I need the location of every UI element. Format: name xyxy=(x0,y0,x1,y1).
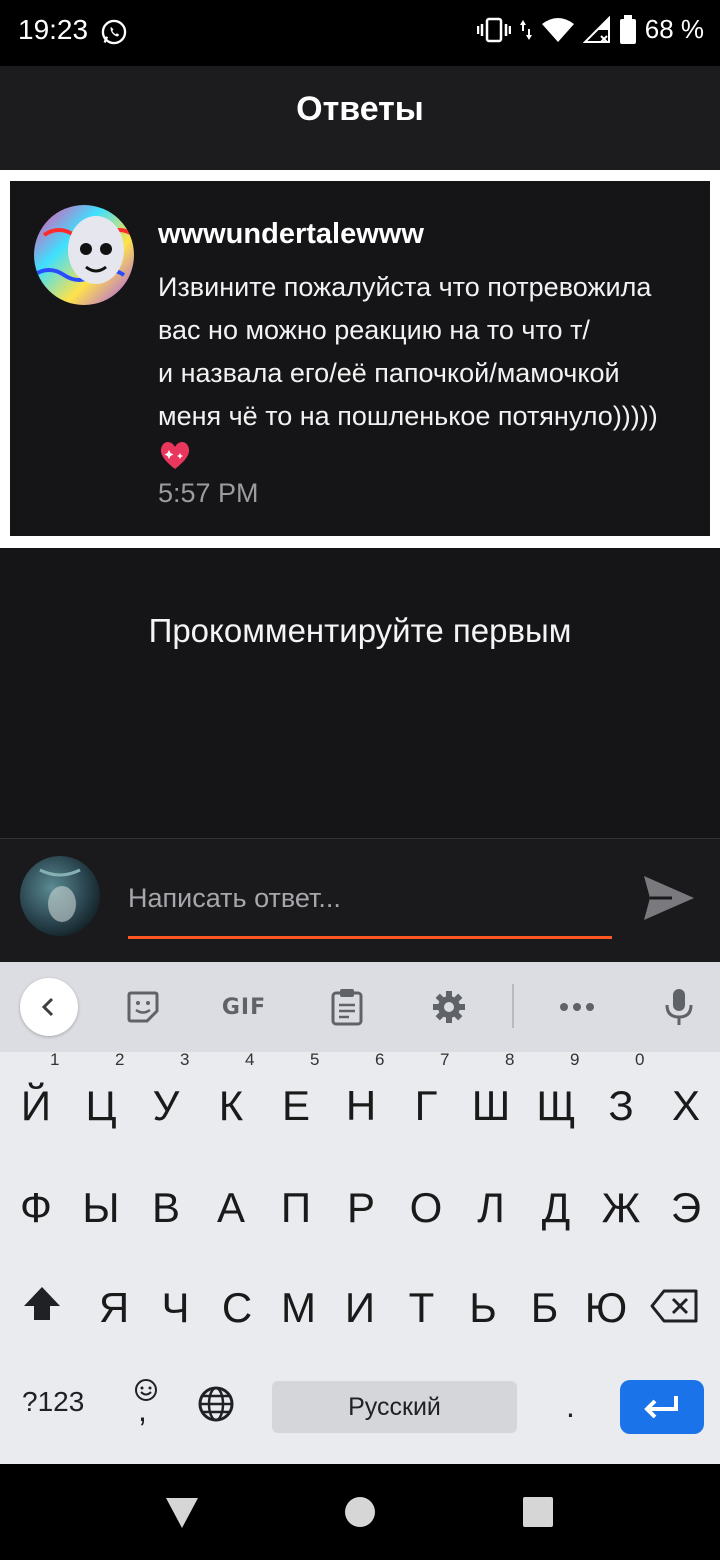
signal-icon xyxy=(582,15,610,43)
key-number-hint: 8 xyxy=(505,1050,515,1069)
key-11[interactable]: Х xyxy=(654,1066,718,1146)
key-number-hint: 0 xyxy=(635,1050,645,1069)
clipboard-icon[interactable] xyxy=(322,982,372,1032)
key-2[interactable]: Ч xyxy=(144,1268,208,1348)
key-6[interactable]: Р xyxy=(329,1168,393,1248)
status-icons: 68 % xyxy=(476,14,704,45)
more-dots-icon[interactable] xyxy=(552,982,602,1032)
wifi-icon xyxy=(541,17,574,42)
key-number-hint: 2 xyxy=(115,1050,125,1069)
key-4[interactable]: А xyxy=(199,1168,263,1248)
key-8[interactable]: Л xyxy=(459,1168,523,1248)
key-3[interactable]: С xyxy=(205,1268,269,1348)
key-1[interactable]: Й xyxy=(4,1066,68,1146)
key-number-hint: 6 xyxy=(375,1050,385,1069)
sparkling-heart-icon xyxy=(160,441,190,469)
key-2[interactable]: Ц xyxy=(69,1066,133,1146)
key-9[interactable]: Д xyxy=(524,1168,588,1248)
key-11[interactable]: Э xyxy=(654,1168,718,1248)
key-10[interactable]: Ж xyxy=(589,1168,653,1248)
key-1[interactable]: Ф xyxy=(4,1168,68,1248)
post-time: 5:57 PM xyxy=(158,478,259,508)
key-5[interactable]: Е xyxy=(264,1066,328,1146)
shift-icon[interactable] xyxy=(20,1284,64,1324)
key-number-hint: 4 xyxy=(245,1050,255,1069)
comments-area xyxy=(0,548,720,838)
key-7[interactable]: О xyxy=(394,1168,458,1248)
my-avatar[interactable] xyxy=(20,856,100,936)
key-6[interactable]: Н xyxy=(329,1066,393,1146)
backspace-icon[interactable] xyxy=(650,1288,700,1324)
toolbar-divider xyxy=(512,984,514,1028)
reply-input-underline xyxy=(128,936,612,939)
gif-button[interactable]: GIF xyxy=(214,982,274,1032)
settings-gear-icon[interactable] xyxy=(424,982,474,1032)
key-3[interactable]: В xyxy=(134,1168,198,1248)
key-number-hint: 1 xyxy=(50,1050,60,1069)
key-3[interactable]: У xyxy=(134,1066,198,1146)
symbols-key[interactable]: ?123 xyxy=(22,1386,84,1418)
gif-label: GIF xyxy=(221,994,267,1020)
key-7[interactable]: Г xyxy=(394,1066,458,1146)
period-key[interactable]: . xyxy=(566,1388,575,1425)
globe-icon[interactable] xyxy=(196,1384,236,1424)
user-avatar[interactable] xyxy=(34,205,134,305)
reply-input[interactable] xyxy=(128,870,612,926)
enter-key[interactable] xyxy=(620,1380,704,1434)
home-circle-icon[interactable] xyxy=(344,1496,376,1528)
enter-arrow-icon xyxy=(644,1396,678,1419)
battery-icon xyxy=(619,14,636,44)
chevron-left-icon xyxy=(41,997,54,1017)
space-key[interactable]: Русский xyxy=(272,1381,517,1433)
key-5[interactable]: П xyxy=(264,1168,328,1248)
key-6[interactable]: Т xyxy=(390,1268,454,1348)
key-5[interactable]: И xyxy=(328,1268,392,1348)
key-number-hint: 7 xyxy=(440,1050,450,1069)
send-icon[interactable] xyxy=(638,868,698,928)
key-number-hint: 5 xyxy=(310,1050,320,1069)
keyboard-back-button[interactable] xyxy=(20,978,78,1036)
post-message: Извините пожалуйста что потревожила вас … xyxy=(158,272,658,431)
status-time: 19:23 xyxy=(18,14,89,45)
key-4[interactable]: М xyxy=(267,1268,331,1348)
back-triangle-icon[interactable] xyxy=(164,1496,200,1530)
sticker-icon[interactable] xyxy=(118,982,168,1032)
comma-key[interactable]: , xyxy=(138,1392,147,1429)
page-title: Ответы xyxy=(296,90,424,128)
key-8[interactable]: Б xyxy=(513,1268,577,1348)
key-7[interactable]: Ь xyxy=(451,1268,515,1348)
whatsapp-icon xyxy=(101,19,127,45)
battery-percent: 68 % xyxy=(644,14,704,44)
microphone-icon[interactable] xyxy=(654,982,704,1032)
empty-comments-text: Прокомментируйте первым xyxy=(148,612,572,649)
key-8[interactable]: Ш xyxy=(459,1066,523,1146)
key-number-hint: 9 xyxy=(570,1050,580,1069)
recents-square-icon[interactable] xyxy=(522,1496,554,1528)
post-username[interactable]: wwwundertalewww xyxy=(158,218,424,251)
key-9[interactable]: Ю xyxy=(574,1268,638,1348)
key-4[interactable]: К xyxy=(199,1066,263,1146)
key-10[interactable]: З xyxy=(589,1066,653,1146)
key-2[interactable]: Ы xyxy=(69,1168,133,1248)
vibrate-icon xyxy=(476,17,511,42)
key-1[interactable]: Я xyxy=(82,1268,146,1348)
data-arrows-icon xyxy=(519,19,532,40)
key-number-hint: 3 xyxy=(180,1050,190,1069)
key-9[interactable]: Щ xyxy=(524,1066,588,1146)
